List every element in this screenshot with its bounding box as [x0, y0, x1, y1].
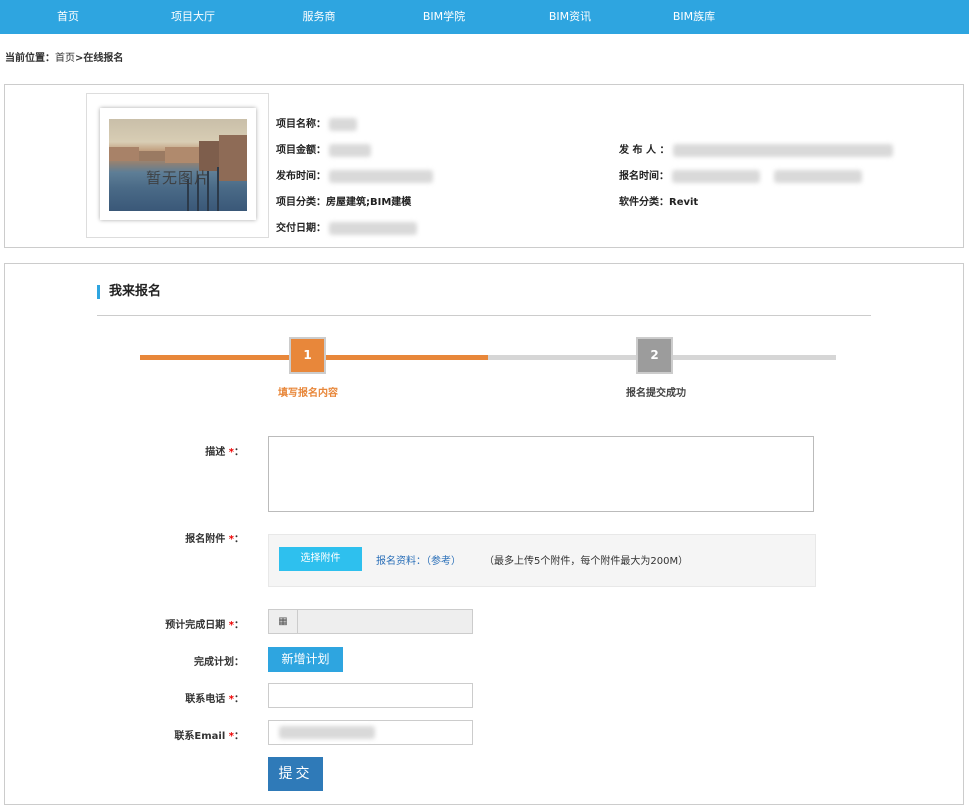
breadcrumb-home-link[interactable]: 首页	[55, 53, 75, 64]
colon: ：	[234, 534, 244, 545]
software-category-row: 软件分类：Revit	[619, 193, 698, 208]
project-name-label: 项目名称：	[276, 119, 326, 130]
step-2-badge: 2	[636, 337, 673, 374]
no-image-text: 暂无图片	[145, 169, 210, 187]
photo-building	[109, 147, 139, 161]
project-name-value-redacted	[329, 117, 358, 131]
add-plan-button[interactable]: 新增计划	[268, 647, 343, 672]
nav-item-providers[interactable]: 服务商	[288, 0, 350, 34]
description-textarea[interactable]	[268, 436, 814, 512]
delivery-date-value-redacted	[329, 221, 418, 235]
software-category-value: Revit	[669, 197, 699, 208]
due-date-label: 预计完成日期 *：	[94, 616, 244, 631]
colon: ：	[234, 620, 244, 631]
project-category-row: 项目分类：房屋建筑;BIM建模	[276, 193, 411, 208]
breadcrumb-prefix: 当前位置：	[5, 53, 55, 64]
colon: ：	[234, 447, 244, 458]
phone-label-text: 联系电话	[185, 694, 226, 705]
software-category-label: 软件分类：	[619, 197, 669, 208]
attachment-limit-note: （最多上传5个附件，每个附件最大为200M）	[484, 556, 689, 567]
nav-item-bim-library[interactable]: BIM族库	[660, 0, 728, 34]
phone-label: 联系电话 *：	[94, 690, 244, 705]
project-amount-row: 项目金额：	[276, 141, 372, 157]
attachment-label-text: 报名附件	[185, 534, 226, 545]
nav-item-bim-academy[interactable]: BIM学院	[410, 0, 478, 34]
publisher-label: 发 布 人 ：	[619, 145, 670, 156]
project-category-value: 房屋建筑;BIM建模	[326, 197, 412, 208]
thumbnail-frame: 暂无图片	[100, 108, 256, 220]
plan-label: 完成计划：	[94, 653, 244, 668]
calendar-icon[interactable]: ▦	[269, 610, 298, 633]
placeholder-photo: 暂无图片	[109, 119, 247, 211]
delivery-date-label: 交付日期：	[276, 223, 326, 234]
publish-time-value-redacted	[329, 169, 434, 183]
publish-time-label: 发布时间：	[276, 171, 326, 182]
nav-item-home[interactable]: 首页	[38, 0, 98, 34]
signup-time-start-redacted	[672, 169, 761, 183]
project-amount-value-redacted	[329, 143, 372, 157]
reference-materials-link[interactable]: 报名资料：（参考）	[376, 552, 461, 567]
signup-time-label: 报名时间：	[619, 171, 669, 182]
due-date-label-text: 预计完成日期	[165, 620, 226, 631]
nav-item-projects[interactable]: 项目大厅	[158, 0, 228, 34]
colon: ：	[234, 694, 244, 705]
breadcrumb: 当前位置：首页>在线报名	[5, 49, 123, 64]
signup-time-row: 报名时间：	[619, 167, 862, 183]
publisher-value-redacted	[672, 143, 893, 157]
step-1-label: 填写报名内容	[278, 388, 338, 399]
project-amount-label: 项目金额：	[276, 145, 326, 156]
photo-building	[165, 147, 199, 163]
top-nav: 首页 项目大厅 服务商 BIM学院 BIM资讯 BIM族库	[0, 0, 969, 34]
email-input[interactable]	[268, 720, 473, 745]
phone-input[interactable]	[268, 683, 473, 708]
email-value-redacted	[279, 726, 375, 739]
section-divider	[97, 315, 871, 316]
breadcrumb-current: 在线报名	[83, 53, 124, 64]
project-name-row: 项目名称：	[276, 115, 358, 131]
publisher-row: 发 布 人 ：	[619, 141, 893, 157]
colon: ：	[234, 657, 244, 668]
signup-time-end-redacted	[773, 169, 862, 183]
attachment-label: 报名附件 *：	[94, 530, 244, 545]
description-label-text: 描述	[205, 447, 226, 458]
nav-item-bim-news[interactable]: BIM资讯	[536, 0, 604, 34]
step-2-label: 报名提交成功	[626, 388, 686, 399]
submit-button[interactable]: 提交	[268, 757, 323, 791]
choose-attachment-button[interactable]: 选择附件	[279, 547, 362, 571]
section-title: 我来报名	[97, 285, 161, 299]
publish-time-row: 发布时间：	[276, 167, 434, 183]
photo-building	[139, 151, 165, 161]
description-label: 描述 *：	[94, 443, 244, 458]
project-category-label: 项目分类：	[276, 197, 326, 208]
colon: ：	[234, 731, 244, 742]
email-label: 联系Email *：	[94, 727, 244, 742]
due-date-input[interactable]: ▦	[268, 609, 473, 634]
project-thumbnail: 暂无图片	[86, 93, 269, 238]
email-label-text: 联系Email	[174, 731, 226, 742]
plan-label-text: 完成计划	[194, 657, 234, 668]
step-1-badge: 1	[289, 337, 326, 374]
delivery-date-row: 交付日期：	[276, 219, 418, 235]
